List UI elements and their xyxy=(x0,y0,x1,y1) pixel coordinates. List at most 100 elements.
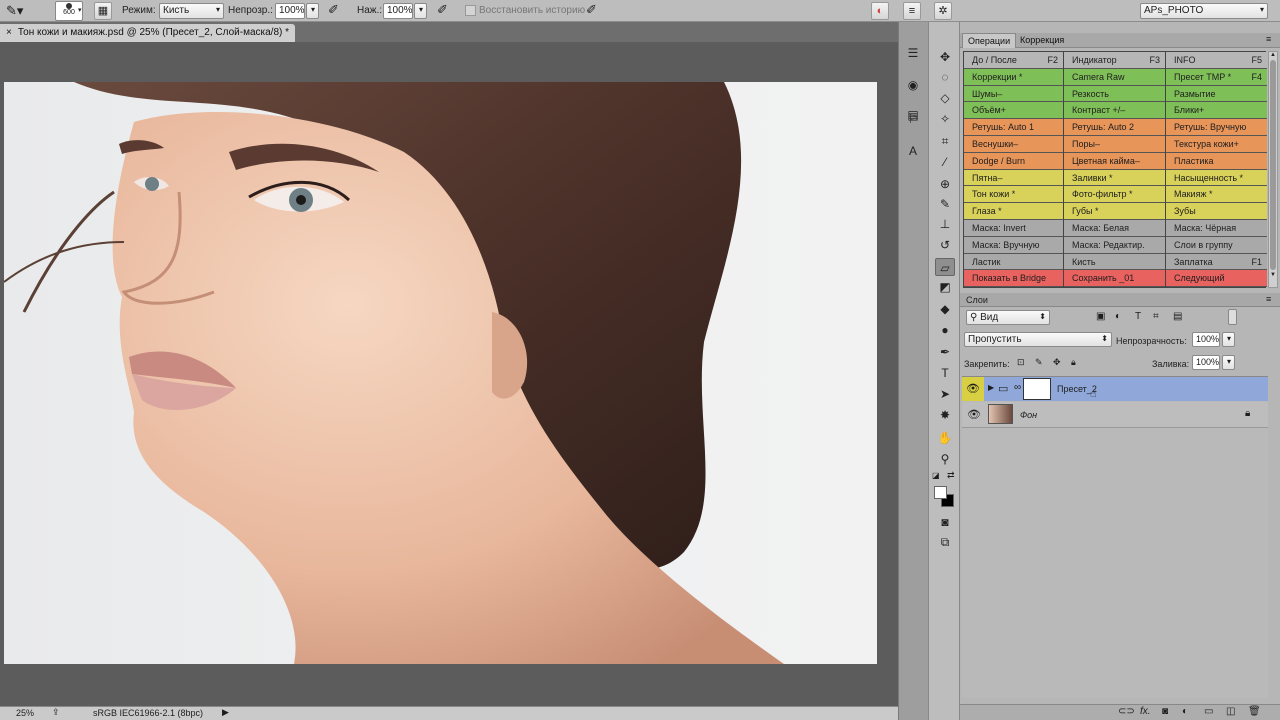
path-select-tool-icon[interactable]: ➤ xyxy=(935,385,955,403)
character-icon[interactable]: A xyxy=(903,142,923,160)
lasso-tool-icon[interactable]: ◇ xyxy=(935,89,955,107)
zoom-tool-icon[interactable]: ⚲ xyxy=(935,450,955,468)
operation-button[interactable]: Резкость xyxy=(1064,85,1165,103)
lock-image-icon[interactable]: ✎ xyxy=(1035,357,1043,368)
quick-select-tool-icon[interactable]: ✧ xyxy=(935,110,955,128)
blur-tool-icon[interactable]: ◆ xyxy=(935,300,955,318)
zoom-level[interactable]: 25% xyxy=(16,708,34,718)
layer-filter-dropdown[interactable]: ⚲ Вид ⬍ xyxy=(966,310,1050,325)
operation-button[interactable]: Следующий xyxy=(1166,270,1267,288)
pressure-size-icon[interactable]: ✐ xyxy=(586,2,597,18)
layer-mask-thumbnail[interactable] xyxy=(1023,378,1051,400)
operation-button[interactable]: Глаза * xyxy=(964,203,1063,220)
operation-button[interactable]: Коррекции * xyxy=(964,68,1063,86)
restore-history-checkbox[interactable] xyxy=(465,5,476,16)
foreground-color-swatch[interactable] xyxy=(934,486,947,499)
operation-button[interactable]: Тон кожи * xyxy=(964,186,1063,204)
filter-adjustment-icon[interactable]: ◐ xyxy=(1115,311,1121,322)
brush-tool-icon[interactable]: ✎▾ xyxy=(6,2,36,20)
operation-button[interactable]: Показать в Bridge xyxy=(964,270,1063,288)
operation-button[interactable]: Объём+ xyxy=(964,102,1063,120)
filter-shape-icon[interactable]: ⌗ xyxy=(1153,311,1159,322)
document-image[interactable] xyxy=(4,82,877,664)
operation-button[interactable]: Маска: Вручную xyxy=(964,236,1063,254)
brush-tool-icon[interactable]: ✎ xyxy=(935,195,955,213)
color-wheel-icon[interactable]: ◐ xyxy=(871,2,889,20)
delete-layer-icon[interactable]: 🗑︎ xyxy=(1248,706,1261,717)
tab-correction[interactable]: Коррекция xyxy=(1015,33,1069,48)
pressure-opacity-icon[interactable]: ✐ xyxy=(328,2,339,18)
adjustment-layer-icon[interactable]: ◐ xyxy=(1182,706,1188,717)
document-tab[interactable]: × Тон кожи и макияж.psd @ 25% (Пресет_2, … xyxy=(0,24,296,42)
layer-opacity-input[interactable]: 100% xyxy=(1192,332,1220,347)
opacity-input[interactable]: 100% xyxy=(275,3,305,19)
fill-input[interactable]: 100% xyxy=(1192,355,1220,370)
expand-arrow-icon[interactable]: ▶ xyxy=(988,383,994,392)
marquee-tool-icon[interactable]: ◌ xyxy=(935,68,955,86)
close-icon[interactable]: × xyxy=(6,27,12,38)
operation-button[interactable]: Сохранить _01 xyxy=(1064,270,1165,288)
lock-position-icon[interactable]: ✥ xyxy=(1053,357,1061,368)
workspace-dropdown[interactable]: APs_PHOTO ▾ xyxy=(1140,3,1268,19)
swatches-icon[interactable]: ⚐ xyxy=(903,110,923,128)
operation-button[interactable]: Кисть xyxy=(1064,253,1165,271)
status-menu-arrow-icon[interactable]: ▶ xyxy=(222,707,229,718)
settings-gear-icon[interactable]: ✲ xyxy=(934,2,952,20)
history-brush-tool-icon[interactable]: ↺ xyxy=(935,236,955,254)
pen-tool-icon[interactable]: ✒ xyxy=(935,343,955,361)
layer-style-icon[interactable]: fx. xyxy=(1140,706,1151,717)
visibility-eye-icon[interactable]: 👁︎ xyxy=(967,408,981,421)
filter-type-icon[interactable]: T xyxy=(1135,311,1141,322)
gradient-tool-icon[interactable]: ◩ xyxy=(935,278,955,296)
operation-button[interactable]: Пластика xyxy=(1166,152,1267,170)
stamp-tool-icon[interactable]: ⊥ xyxy=(935,215,955,233)
status-export-icon[interactable]: ⇪ xyxy=(52,707,60,718)
operation-button[interactable]: Веснушки– xyxy=(964,135,1063,153)
brush-preset-caret[interactable]: ▾ xyxy=(78,6,82,14)
operation-button[interactable]: Ретушь: Auto 1 xyxy=(964,119,1063,136)
mode-dropdown[interactable]: Кисть ▾ xyxy=(159,3,224,19)
operation-button[interactable]: Ретушь: Вручную xyxy=(1166,119,1267,136)
add-mask-icon[interactable]: ◙ xyxy=(1162,706,1168,717)
panel-menu-icon[interactable]: ≡ xyxy=(1266,34,1271,44)
brush-panel-toggle-icon[interactable]: ▦ xyxy=(94,2,112,20)
scroll-up-icon[interactable]: ▲ xyxy=(1269,52,1277,58)
operation-button[interactable]: Зубы xyxy=(1166,203,1267,220)
link-layers-icon[interactable]: ⊂⊃ xyxy=(1118,706,1135,717)
layer-row-background[interactable]: 👁︎ Фон 🔒︎ xyxy=(962,402,1268,428)
screen-mode-icon[interactable]: ⧉ xyxy=(935,533,955,551)
operation-button[interactable]: Поры– xyxy=(1064,135,1165,153)
operation-button[interactable]: Ретушь: Auto 2 xyxy=(1064,119,1165,136)
hand-tool-icon[interactable]: ✋ xyxy=(935,429,955,447)
operation-button[interactable]: Camera Raw xyxy=(1064,68,1165,86)
crop-tool-icon[interactable]: ⌗ xyxy=(935,132,955,150)
operation-button[interactable]: Маска: Редактир. xyxy=(1064,236,1165,254)
operation-button[interactable]: Фото-фильтр * xyxy=(1064,186,1165,204)
operation-button[interactable]: Размытие xyxy=(1166,85,1267,103)
new-group-icon[interactable]: ▭ xyxy=(1204,706,1213,717)
operations-scrollbar[interactable]: ▲ ▼ xyxy=(1268,51,1278,288)
move-tool-icon[interactable]: ✥ xyxy=(935,48,955,66)
operation-button[interactable]: Маска: Invert xyxy=(964,219,1063,237)
layer-opacity-dropdown-button[interactable]: ▾ xyxy=(1222,332,1235,347)
blend-mode-dropdown[interactable]: Пропустить ⬍ xyxy=(964,332,1112,347)
adjust-sliders-icon[interactable]: ☰ xyxy=(903,44,923,62)
operation-button[interactable]: Шумы– xyxy=(964,85,1063,103)
scroll-down-icon[interactable]: ▼ xyxy=(1269,272,1277,278)
operation-button[interactable]: До / После F2 xyxy=(964,52,1063,69)
operation-button[interactable]: Макияж * xyxy=(1166,186,1267,204)
default-colors-icon[interactable]: ◪ xyxy=(932,471,940,480)
layer-row-preset-2[interactable]: 👁︎ ▶ ▭ ∞ Пресет_2 ☝︎ xyxy=(962,377,1268,401)
operation-button[interactable]: Губы * xyxy=(1064,203,1165,220)
swap-colors-icon[interactable]: ⇄ xyxy=(947,470,955,481)
pressure-dropdown-button[interactable]: ▾ xyxy=(414,3,427,19)
eraser-tool-icon[interactable]: ▱ xyxy=(935,258,955,276)
operation-button[interactable]: Маска: Белая xyxy=(1064,219,1165,237)
layer-thumbnail[interactable] xyxy=(988,404,1013,424)
camera-icon[interactable]: ◉ xyxy=(903,76,923,94)
opacity-dropdown-button[interactable]: ▾ xyxy=(306,3,319,19)
tab-operations[interactable]: Операции xyxy=(962,33,1017,48)
layer-name[interactable]: Фон xyxy=(1020,410,1037,420)
operation-button[interactable]: Слои в группу xyxy=(1166,236,1267,254)
healing-tool-icon[interactable]: ⊕ xyxy=(935,175,955,193)
